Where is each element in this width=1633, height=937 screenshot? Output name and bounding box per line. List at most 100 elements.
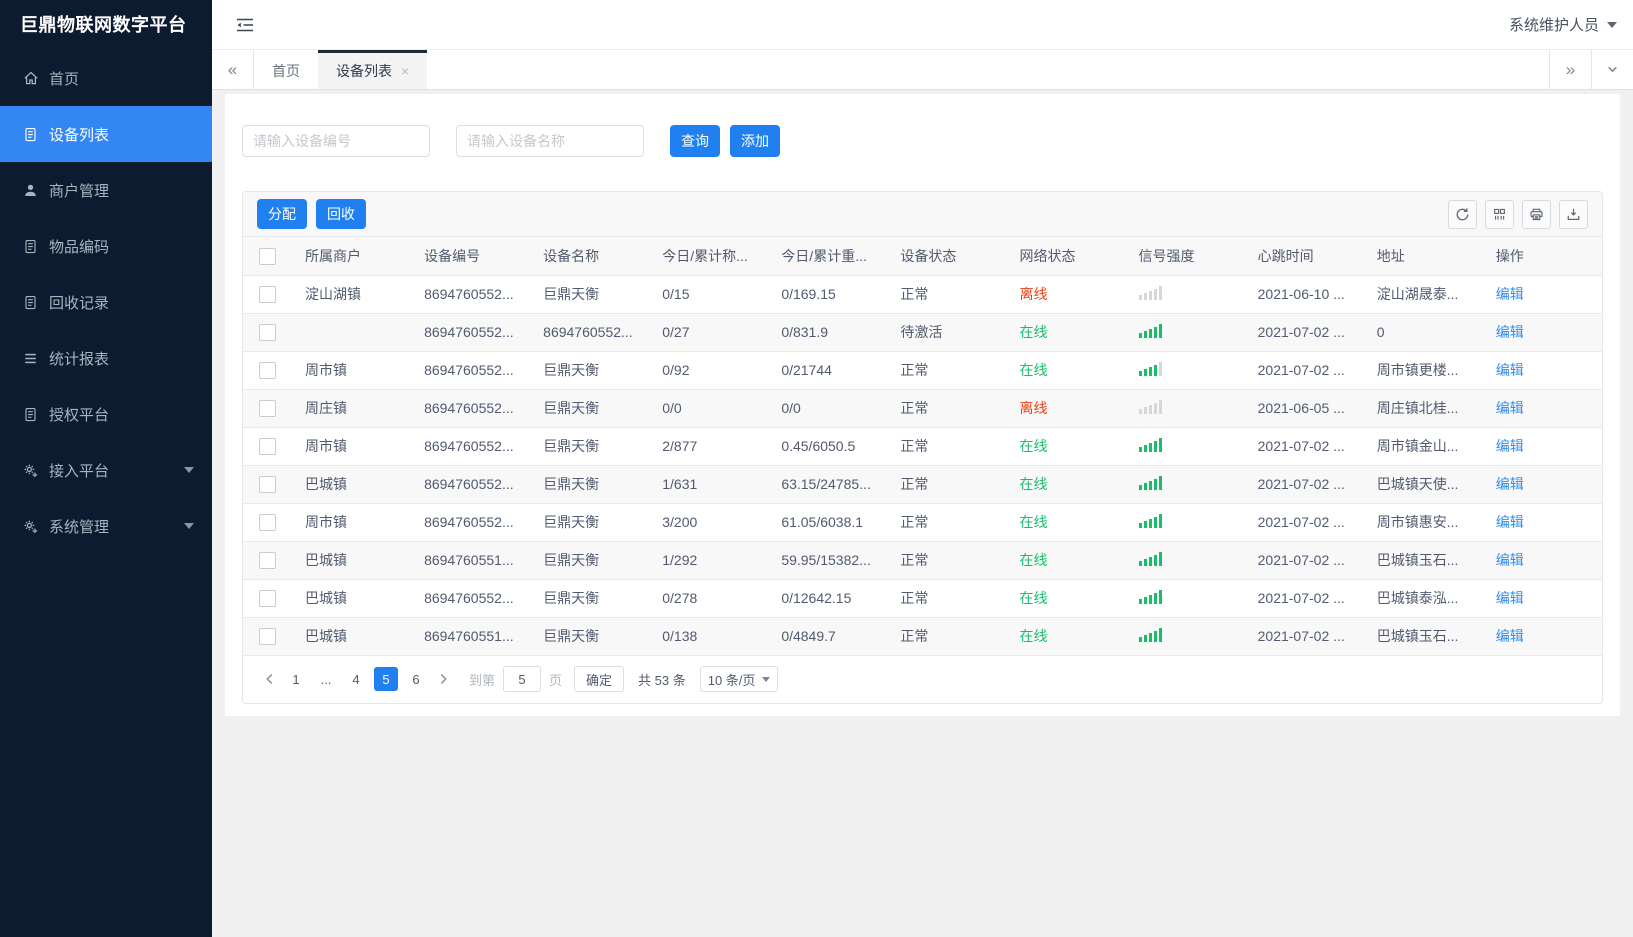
cell-merchant: 巴城镇 xyxy=(292,465,412,504)
column-settings-icon[interactable] xyxy=(1485,199,1514,229)
close-icon[interactable]: × xyxy=(401,63,409,79)
edit-link[interactable]: 编辑 xyxy=(1496,286,1524,302)
row-checkbox[interactable] xyxy=(259,285,276,303)
page-button-...[interactable]: ... xyxy=(314,667,338,691)
prev-page-icon[interactable] xyxy=(257,667,281,691)
device-name-input[interactable] xyxy=(456,125,644,157)
edit-link[interactable]: 编辑 xyxy=(1496,324,1524,340)
cell-signal xyxy=(1125,351,1245,390)
table-toolbar: 分配 回收 xyxy=(243,192,1602,237)
page-button-5[interactable]: 5 xyxy=(374,667,398,691)
sidebar-item-label: 首页 xyxy=(49,70,80,88)
cell-today-count: 0/92 xyxy=(649,351,769,390)
cell-merchant xyxy=(292,313,412,352)
row-checkbox[interactable] xyxy=(259,551,276,569)
goto-label: 到第 xyxy=(469,672,496,688)
refresh-icon[interactable] xyxy=(1448,199,1477,229)
sidebar-item-item-code[interactable]: 物品编码 xyxy=(0,218,212,274)
tabs-scroll-right-icon[interactable]: » xyxy=(1549,50,1591,89)
page-size-select[interactable]: 10 条/页 xyxy=(699,666,779,692)
cell-action: 编辑 xyxy=(1482,351,1602,390)
row-checkbox[interactable] xyxy=(259,589,276,607)
sidebar-menu: 首页设备列表 商户管理 物品编码回收记录统计报表 授权平台 接入平台 系统管理 xyxy=(0,50,212,554)
add-button[interactable]: 添加 xyxy=(730,125,780,157)
cell-address: 周市镇惠安... xyxy=(1363,503,1483,542)
edit-link[interactable]: 编辑 xyxy=(1496,400,1524,416)
cell-device-no: 8694760551... xyxy=(411,617,531,656)
next-page-icon[interactable] xyxy=(431,667,455,691)
goto-page-input[interactable] xyxy=(503,666,542,692)
table-row: 巴城镇 8694760552... 巨鼎天衡 0/278 0/12642.15 正常 在线 2… xyxy=(243,579,1602,618)
sidebar-item-home[interactable]: 首页 xyxy=(0,50,212,106)
cell-merchant: 周庄镇 xyxy=(292,389,412,428)
table-row: 8694760552... 8694760552... 0/27 0/831.9 待激活… xyxy=(243,313,1602,352)
sidebar-item-auth-platform[interactable]: 授权平台 xyxy=(0,386,212,442)
cell-network-status: 在线 xyxy=(1006,617,1126,656)
edit-link[interactable]: 编辑 xyxy=(1496,362,1524,378)
sidebar-item-system-manage[interactable]: 系统管理 xyxy=(0,498,212,554)
table-row: 淀山湖镇 8694760552... 巨鼎天衡 0/15 0/169.15 正常 离线 202… xyxy=(243,275,1602,314)
cell-address: 0 xyxy=(1363,313,1483,352)
system-manage-icon xyxy=(22,518,39,535)
table-row: 周市镇 8694760552... 巨鼎天衡 0/92 0/21744 正常 在线 2021-… xyxy=(243,351,1602,390)
sidebar-item-device-list[interactable]: 设备列表 xyxy=(0,106,212,162)
tab-设备列表[interactable]: 设备列表 × xyxy=(318,50,428,89)
network-status-badge: 在线 xyxy=(1019,438,1048,454)
sidebar-item-label: 回收记录 xyxy=(49,294,110,312)
sidebar-item-report[interactable]: 统计报表 xyxy=(0,330,212,386)
row-checkbox[interactable] xyxy=(259,361,276,379)
cell-address: 巴城镇天使... xyxy=(1363,465,1483,504)
table-header-5: 设备状态 xyxy=(887,237,1007,276)
select-all-checkbox[interactable] xyxy=(259,247,276,265)
tab-label: 首页 xyxy=(272,63,300,79)
row-checkbox[interactable] xyxy=(259,437,276,455)
cell-network-status: 在线 xyxy=(1006,313,1126,352)
tabs-menu-icon[interactable] xyxy=(1591,50,1633,89)
edit-link[interactable]: 编辑 xyxy=(1496,628,1524,644)
table-row: 周市镇 8694760552... 巨鼎天衡 2/877 0.45/6050.5 正常 在线… xyxy=(243,427,1602,466)
page-size-value: 10 条/页 xyxy=(707,672,756,688)
page-button-1[interactable]: 1 xyxy=(284,667,308,691)
cell-today-weight: 0/21744 xyxy=(768,351,888,390)
sidebar-item-merchant-manage[interactable]: 商户管理 xyxy=(0,162,212,218)
confirm-button[interactable]: 确定 xyxy=(574,666,625,692)
sidebar-item-access-platform[interactable]: 接入平台 xyxy=(0,442,212,498)
row-checkbox[interactable] xyxy=(259,475,276,493)
device-table: 所属商户 设备编号 设备名称 今日/累计称... 今日/累计重... 设备状态 网络状态 信号… xyxy=(243,237,1602,656)
network-status-badge: 在线 xyxy=(1019,590,1048,606)
print-icon[interactable] xyxy=(1522,199,1551,229)
user-menu[interactable]: 系统维护人员 xyxy=(1509,14,1617,35)
chevron-down-icon xyxy=(184,467,194,473)
assign-button[interactable]: 分配 xyxy=(257,199,307,229)
signal-strength-icon xyxy=(1138,399,1162,414)
cell-device-no: 8694760551... xyxy=(411,541,531,580)
collapse-sidebar-icon[interactable] xyxy=(236,18,254,32)
cell-network-status: 离线 xyxy=(1006,275,1126,314)
cell-device-name: 巨鼎天衡 xyxy=(530,579,650,618)
edit-link[interactable]: 编辑 xyxy=(1496,438,1524,454)
cell-today-weight: 0/12642.15 xyxy=(768,579,888,618)
recycle-button[interactable]: 回收 xyxy=(316,199,366,229)
row-checkbox-cell xyxy=(243,503,292,542)
sidebar-item-recycle-record[interactable]: 回收记录 xyxy=(0,274,212,330)
query-button[interactable]: 查询 xyxy=(670,125,720,157)
page-button-4[interactable]: 4 xyxy=(344,667,368,691)
row-checkbox[interactable] xyxy=(259,513,276,531)
tabs-scroll-left-icon[interactable]: « xyxy=(212,50,254,89)
row-checkbox[interactable] xyxy=(259,323,276,341)
row-checkbox[interactable] xyxy=(259,627,276,645)
edit-link[interactable]: 编辑 xyxy=(1496,476,1524,492)
edit-link[interactable]: 编辑 xyxy=(1496,590,1524,606)
export-icon[interactable] xyxy=(1559,199,1588,229)
device-no-input[interactable] xyxy=(242,125,430,157)
page-button-6[interactable]: 6 xyxy=(404,667,428,691)
row-checkbox-cell xyxy=(243,427,292,466)
row-checkbox[interactable] xyxy=(259,399,276,417)
edit-link[interactable]: 编辑 xyxy=(1496,552,1524,568)
cell-device-status: 正常 xyxy=(887,351,1007,390)
cell-address: 巴城镇玉石... xyxy=(1363,617,1483,656)
tab-首页[interactable]: 首页 xyxy=(254,50,318,89)
recycle-record-icon xyxy=(22,294,39,311)
cell-address: 淀山湖晟泰... xyxy=(1363,275,1483,314)
edit-link[interactable]: 编辑 xyxy=(1496,514,1524,530)
